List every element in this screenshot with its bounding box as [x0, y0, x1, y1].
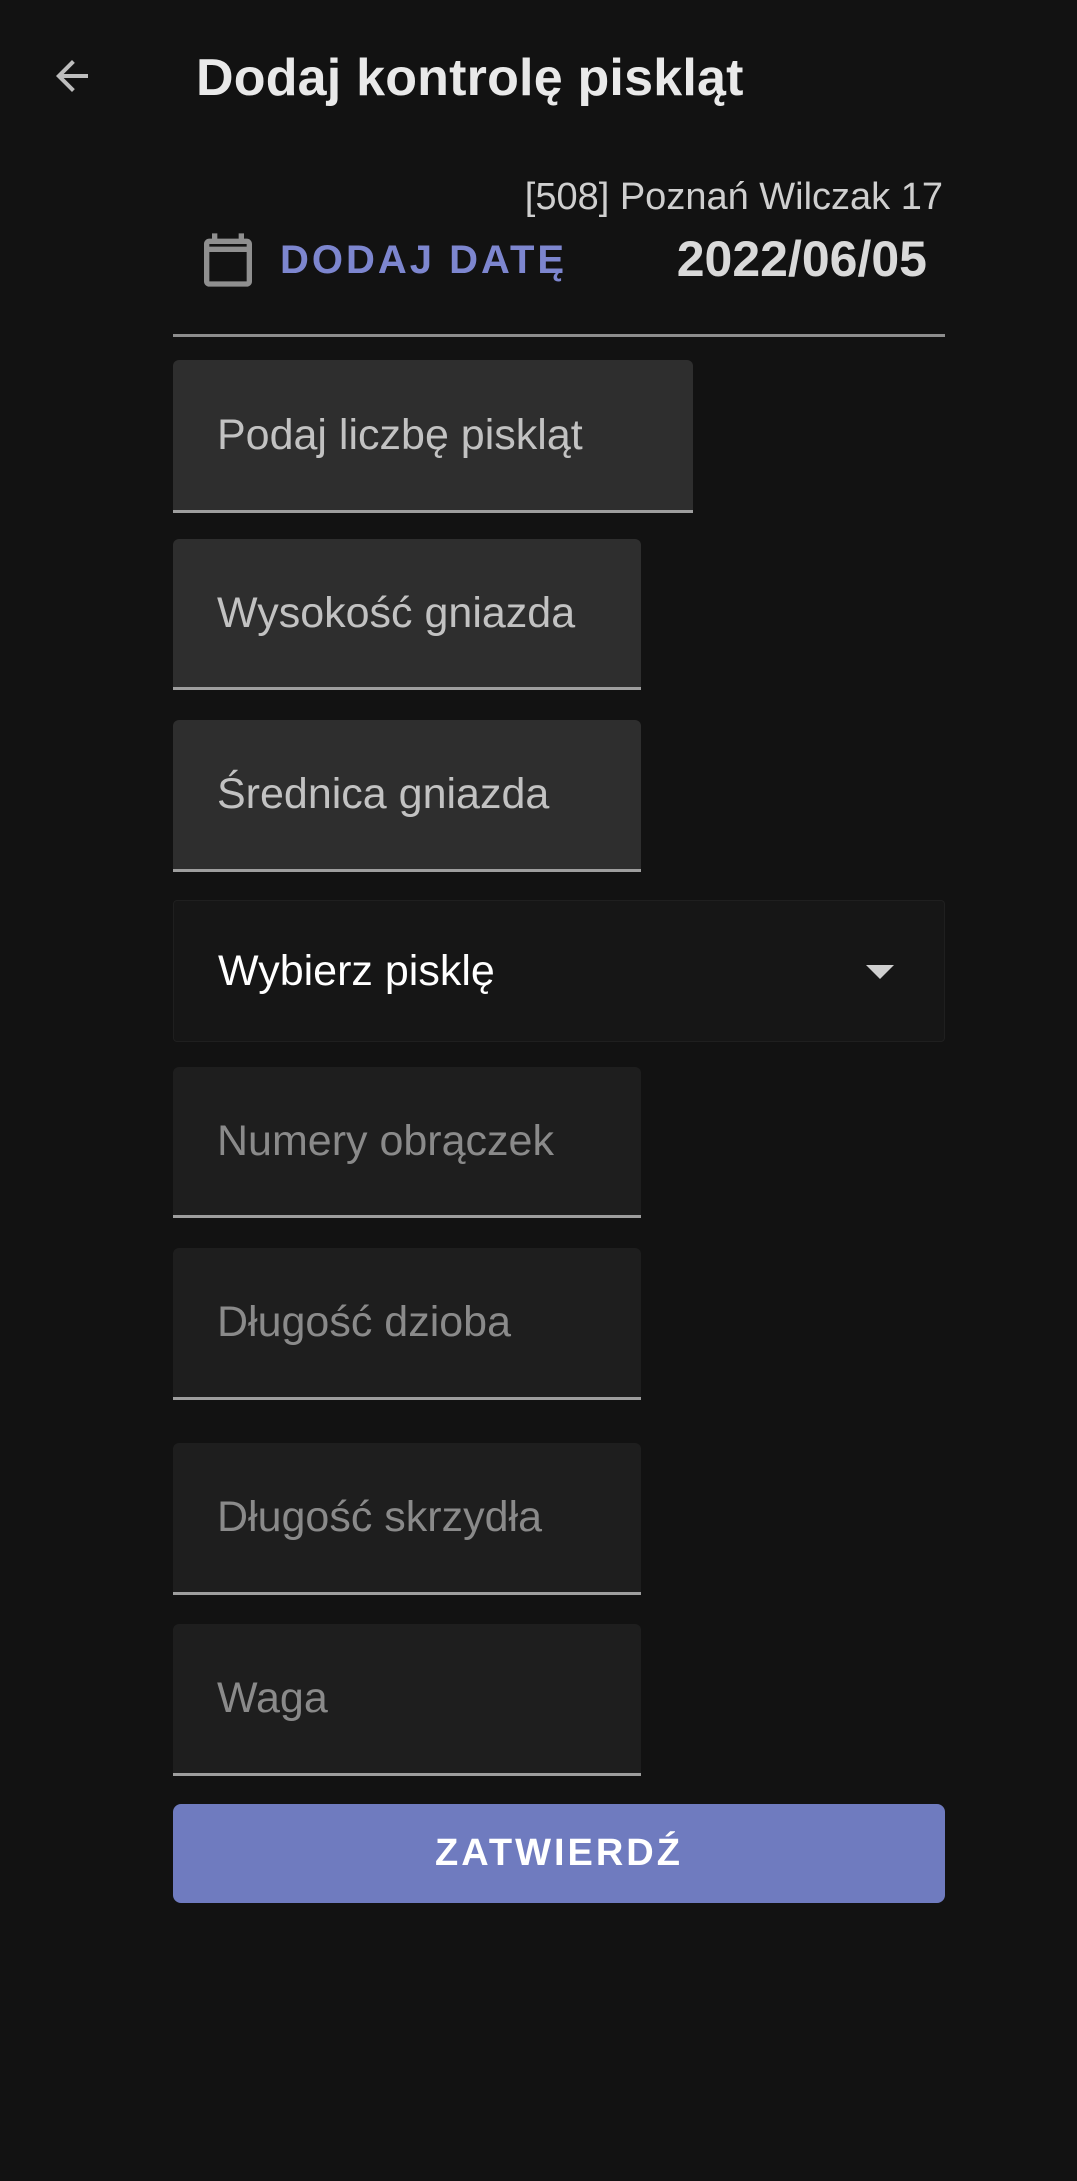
- weight-placeholder: Waga: [217, 1674, 328, 1722]
- chick-count-placeholder: Podaj liczbę piskląt: [217, 410, 583, 459]
- divider: [173, 334, 945, 337]
- beak-length-field[interactable]: Długość dzioba: [173, 1248, 641, 1400]
- ring-numbers-field[interactable]: Numery obrączek: [173, 1067, 641, 1218]
- back-button[interactable]: [30, 34, 114, 118]
- add-date-button[interactable]: DODAJ DATĘ: [196, 222, 567, 298]
- arrow-left-icon: [56, 60, 88, 92]
- wing-length-placeholder: Długość skrzydła: [217, 1493, 542, 1541]
- app-bar: Dodaj kontrolę piskląt: [0, 0, 1077, 160]
- add-date-label: DODAJ DATĘ: [280, 237, 568, 282]
- submit-button[interactable]: ZATWIERDŹ: [173, 1804, 945, 1903]
- ring-numbers-placeholder: Numery obrączek: [217, 1116, 554, 1165]
- page-title: Dodaj kontrolę piskląt: [196, 49, 744, 107]
- dropdown-caret-icon: [866, 965, 894, 979]
- wing-length-field[interactable]: Długość skrzydła: [173, 1443, 641, 1595]
- chick-select[interactable]: Wybierz pisklę: [173, 900, 945, 1042]
- chick-select-value: Wybierz pisklę: [218, 946, 495, 995]
- nest-name: [508] Poznań Wilczak 17: [524, 176, 943, 218]
- chick-count-field[interactable]: Podaj liczbę piskląt: [173, 360, 693, 513]
- weight-field[interactable]: Waga: [173, 1624, 641, 1776]
- nest-height-field[interactable]: Wysokość gniazda: [173, 539, 641, 690]
- beak-length-placeholder: Długość dzioba: [217, 1298, 512, 1346]
- nest-diameter-placeholder: Średnica gniazda: [217, 770, 550, 818]
- calendar-icon: [204, 233, 252, 287]
- selected-date: 2022/06/05: [676, 231, 927, 287]
- nest-height-placeholder: Wysokość gniazda: [217, 588, 576, 637]
- nest-diameter-field[interactable]: Średnica gniazda: [173, 720, 641, 872]
